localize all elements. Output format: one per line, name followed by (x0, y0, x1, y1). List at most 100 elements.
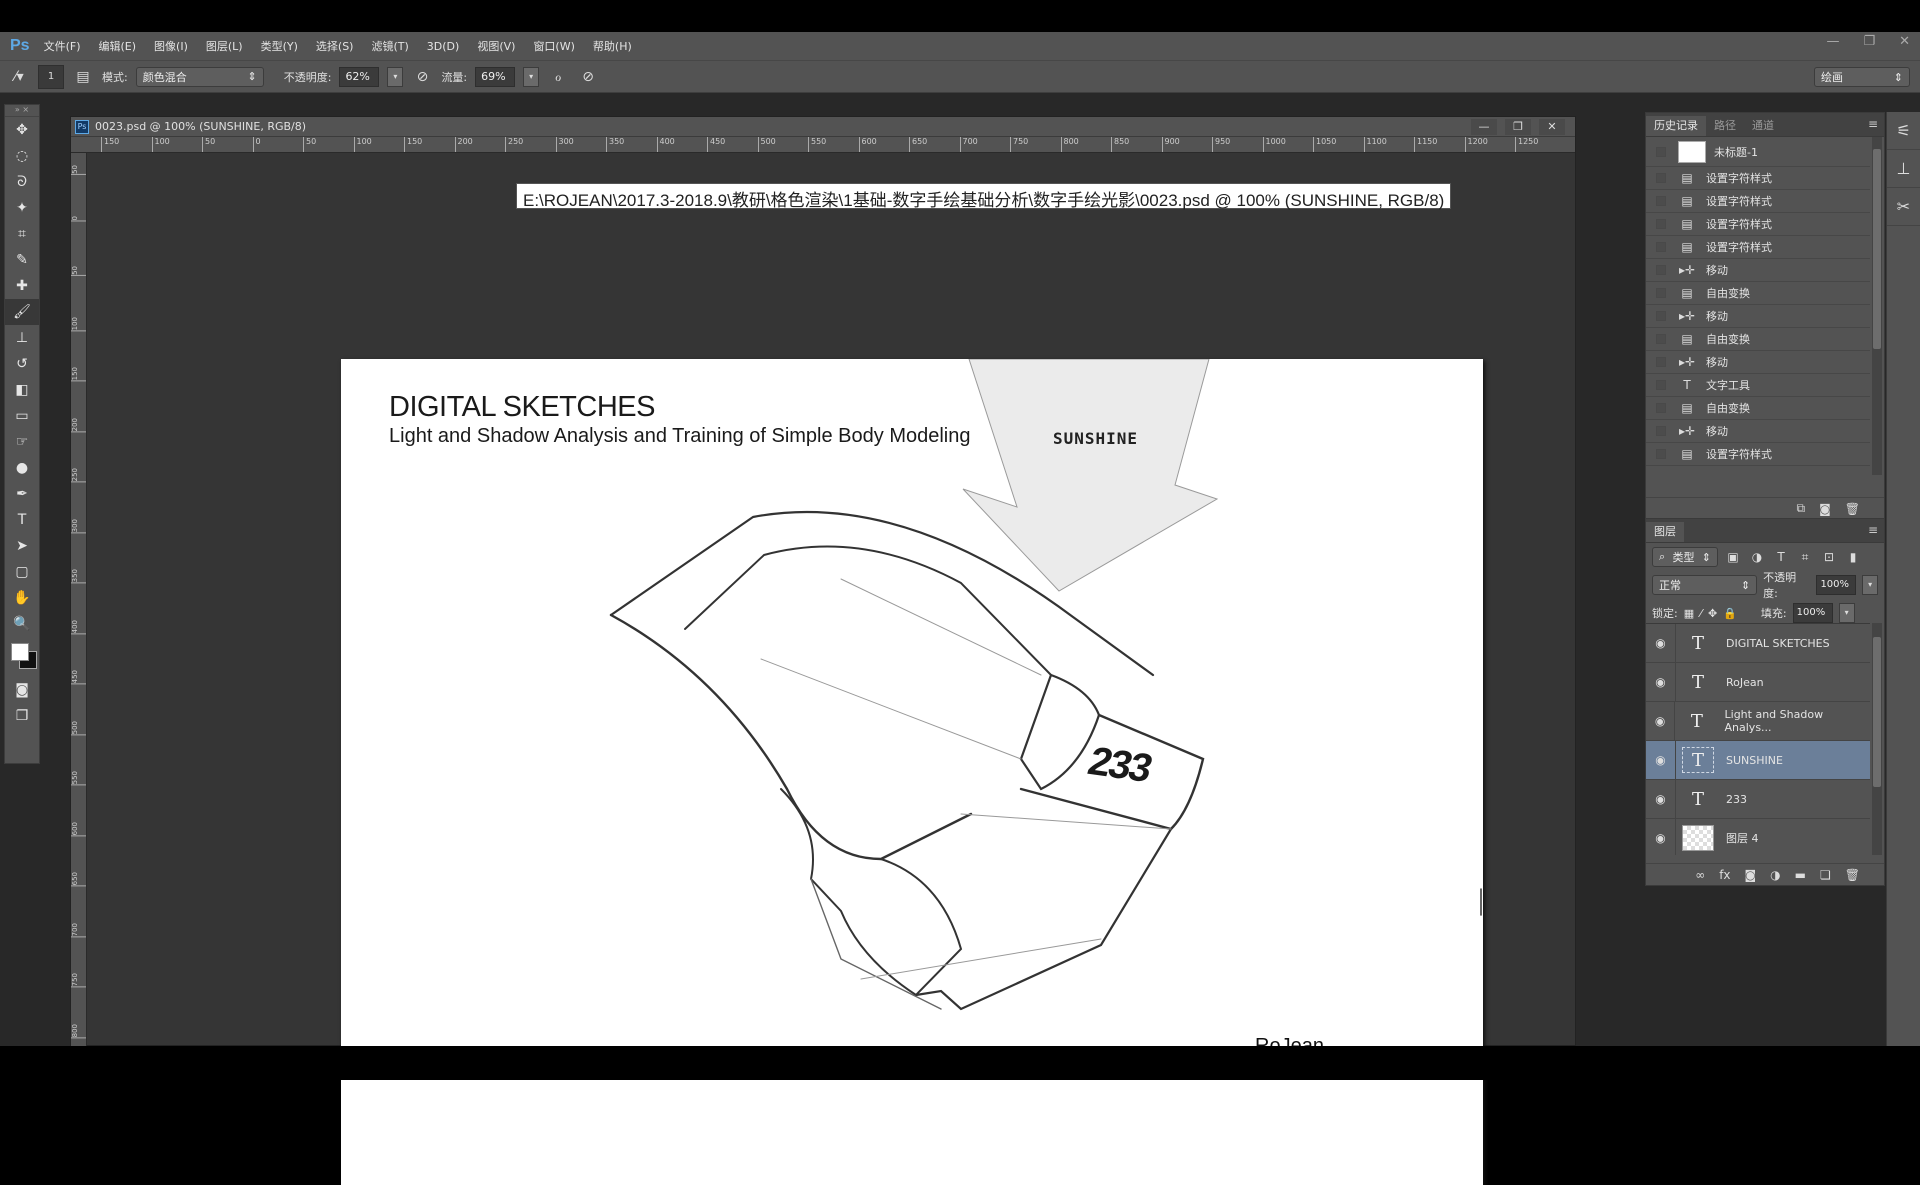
history-item[interactable]: T 文字工具 (1646, 374, 1870, 397)
layer-row[interactable]: ◉ T 233 (1646, 780, 1870, 819)
fx-icon[interactable]: fx (1719, 868, 1730, 882)
airbrush-icon[interactable]: ℴ (547, 69, 569, 85)
lasso-tool[interactable]: ᘐ (5, 169, 39, 195)
tab-channels[interactable]: 通道 (1744, 116, 1782, 136)
marquee-tool[interactable]: ◌ (5, 143, 39, 169)
history-item[interactable]: ▤ 自由变换 (1646, 282, 1870, 305)
history-item[interactable]: ▤ 设置字符样式 (1646, 167, 1870, 190)
layers-scroll-thumb[interactable] (1873, 637, 1881, 787)
panel-menu-icon[interactable]: ≡ (1868, 117, 1878, 131)
foreground-color-swatch[interactable] (11, 643, 29, 661)
layer-row[interactable]: ◉ T SUNSHINE (1646, 741, 1870, 780)
history-source-checkbox[interactable] (1656, 426, 1666, 436)
lock-all-icon[interactable]: 🔒 (1723, 607, 1737, 620)
pressure-opacity-icon[interactable]: ⊘ (411, 69, 433, 85)
panel-menu-icon[interactable]: ≡ (1868, 523, 1878, 537)
eye-visibility-icon[interactable]: ◉ (1646, 741, 1676, 779)
history-scroll-thumb[interactable] (1873, 149, 1881, 349)
camera-snapshot-icon[interactable]: ◙ (1819, 502, 1831, 516)
doc-close-button[interactable]: ✕ (1539, 119, 1565, 135)
menu-edit[interactable]: 编辑(E) (99, 38, 137, 54)
brush-tool[interactable]: 🖌 (5, 299, 39, 325)
lock-transparency-icon[interactable]: ▦ (1684, 607, 1694, 620)
type-filter-icon[interactable]: T (1772, 550, 1790, 564)
layer-row[interactable]: ◉ T RoJean (1646, 663, 1870, 702)
menu-view[interactable]: 视图(V) (477, 38, 515, 54)
delete-layer-icon[interactable]: 🗑 (1845, 868, 1860, 882)
document-tab[interactable]: Ps 0023.psd @ 100% (SUNSHINE, RGB/8) — ❐… (71, 117, 1575, 137)
horizontal-ruler[interactable]: 150 100 50 0 50 100 150 200 250 300 350 400 450 500 55… (71, 137, 1575, 153)
close-button[interactable]: ✕ (1899, 34, 1910, 49)
tab-layers[interactable]: 图层 (1646, 522, 1684, 542)
menu-window[interactable]: 窗口(W) (533, 38, 574, 54)
adjustments-panel-icon[interactable]: ⚟ (1887, 112, 1920, 150)
history-item[interactable]: ▸✛ 移动 (1646, 305, 1870, 328)
crop-tool[interactable]: ⌗ (5, 221, 39, 247)
trash-icon[interactable]: 🗑 (1845, 502, 1860, 516)
tool-presets-panel-icon[interactable]: ✂ (1887, 188, 1920, 226)
eye-visibility-icon[interactable]: ◉ (1646, 702, 1676, 740)
tab-history[interactable]: 历史记录 (1646, 116, 1706, 136)
history-item[interactable]: ▤ 自由变换 (1646, 328, 1870, 351)
menu-filter[interactable]: 滤镜(T) (371, 38, 408, 54)
layer-row[interactable]: ◉ 图层 4 (1646, 819, 1870, 855)
tab-paths[interactable]: 路径 (1706, 116, 1744, 136)
history-item[interactable]: ▤ 设置字符样式 (1646, 213, 1870, 236)
zoom-tool[interactable]: 🔍 (5, 611, 39, 637)
history-source-checkbox[interactable] (1656, 288, 1666, 298)
restore-button[interactable]: ❐ (1863, 34, 1875, 49)
brush-size-picker[interactable]: 1 (38, 64, 64, 89)
history-source-checkbox[interactable] (1656, 380, 1666, 390)
menu-type[interactable]: 类型(Y) (261, 38, 298, 54)
opacity-field[interactable]: 62% (339, 66, 380, 87)
brush-panel-toggle-icon[interactable]: ▤ (72, 69, 94, 85)
filter-toggle[interactable]: ▮ (1844, 550, 1862, 564)
adjustment-filter-icon[interactable]: ◑ (1748, 550, 1766, 564)
fill-dropdown[interactable]: ▾ (1838, 603, 1855, 623)
opacity-dropdown[interactable]: ▾ (387, 66, 404, 87)
type-tool[interactable]: T (5, 507, 39, 533)
lock-position-icon[interactable]: ✥ (1708, 607, 1717, 620)
history-item[interactable]: ▸✛ 移动 (1646, 420, 1870, 443)
menu-file[interactable]: 文件(F) (44, 38, 81, 54)
history-source-checkbox[interactable] (1656, 449, 1666, 459)
history-item[interactable]: ▸✛ 移动 (1646, 259, 1870, 282)
layer-row[interactable]: ◉ T Light and Shadow Analys... (1646, 702, 1870, 741)
pressure-size-icon[interactable]: ⊘ (577, 69, 599, 85)
history-brush-tool[interactable]: ↺ (5, 351, 39, 377)
shape-tool[interactable]: ▢ (5, 559, 39, 585)
flow-dropdown[interactable]: ▾ (523, 66, 540, 87)
history-source-checkbox[interactable] (1656, 334, 1666, 344)
filter-kind-select[interactable]: ⌕ 类型 ⇕ (1652, 547, 1718, 567)
workspace-select[interactable]: 绘画 ⇕ (1814, 67, 1910, 87)
layers-scrollbar[interactable] (1872, 623, 1882, 855)
dodge-tool[interactable]: ● (5, 455, 39, 481)
history-item[interactable]: ▤ 设置字符样式 (1646, 236, 1870, 259)
screen-mode-icon[interactable]: ❐ (5, 703, 39, 729)
menu-select[interactable]: 选择(S) (316, 38, 354, 54)
brush-preset-icon[interactable]: ⁄▾ (8, 69, 30, 85)
stamp-tool[interactable]: ⊥ (5, 325, 39, 351)
flow-field[interactable]: 69% (475, 66, 516, 87)
menu-image[interactable]: 图像(I) (154, 38, 188, 54)
smart-object-filter-icon[interactable]: ⊡ (1820, 550, 1838, 564)
new-group-icon[interactable]: ▬ (1795, 868, 1806, 882)
canvas-area[interactable]: E:\ROJEAN\2017.3-2018.9\教研\格色渲染\1基础-数字手绘… (87, 153, 1575, 1185)
history-snapshot[interactable]: 未标题-1 (1646, 137, 1870, 167)
menu-help[interactable]: 帮助(H) (593, 38, 632, 54)
pen-tool[interactable]: ✒ (5, 481, 39, 507)
eyedropper-tool[interactable]: ✎ (5, 247, 39, 273)
quick-mask-icon[interactable]: ◙ (5, 677, 39, 703)
history-source-checkbox[interactable] (1656, 173, 1666, 183)
history-source-checkbox[interactable] (1656, 265, 1666, 275)
eye-visibility-icon[interactable]: ◉ (1646, 780, 1676, 818)
add-mask-icon[interactable]: ◙ (1745, 868, 1757, 882)
history-item[interactable]: ▤ 设置字符样式 (1646, 190, 1870, 213)
new-document-from-state-icon[interactable]: ⧉ (1797, 501, 1806, 516)
pixel-filter-icon[interactable]: ▣ (1724, 550, 1742, 564)
mode-select[interactable]: 颜色混合 ⇕ (135, 66, 264, 87)
history-source-checkbox[interactable] (1656, 146, 1666, 157)
lock-pixels-icon[interactable]: ⁄ (1700, 607, 1702, 620)
layer-opacity-field[interactable]: 100% (1816, 575, 1857, 595)
history-source-checkbox[interactable] (1656, 357, 1666, 367)
